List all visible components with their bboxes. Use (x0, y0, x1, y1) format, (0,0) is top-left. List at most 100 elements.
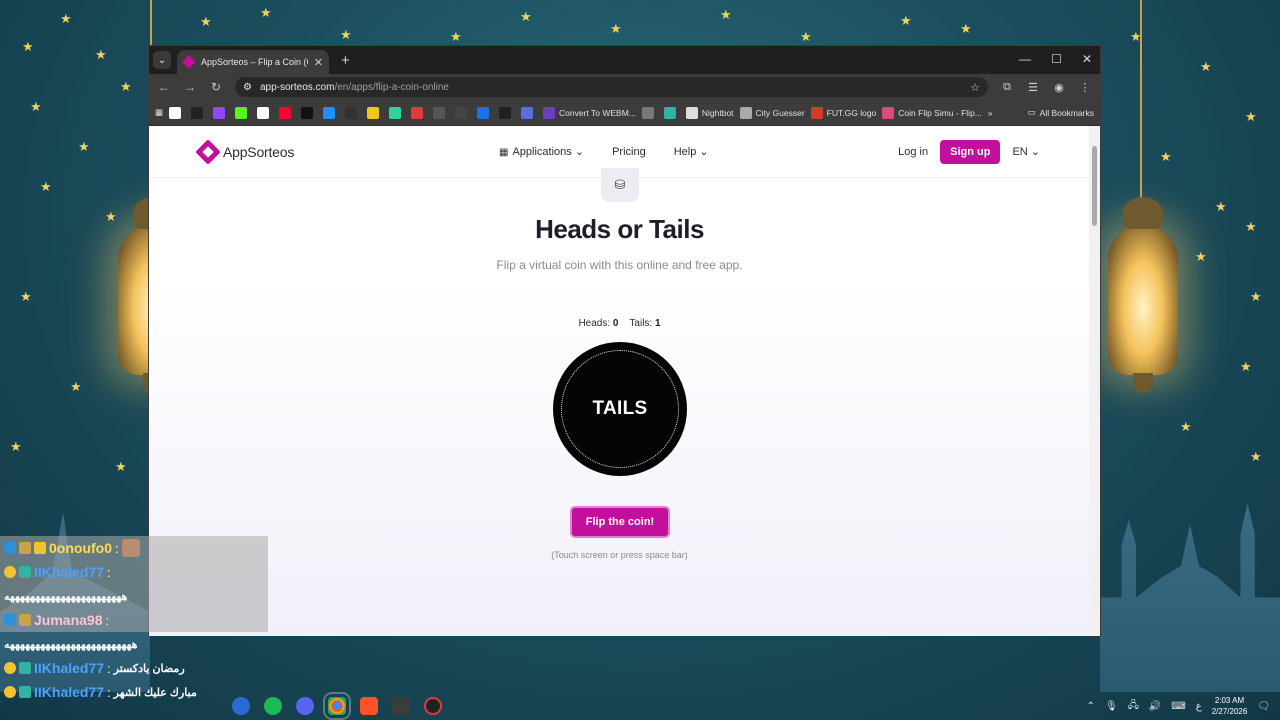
microphone-icon[interactable]: 🎙 (1105, 701, 1118, 712)
chevron-up-icon[interactable]: ⌃ (1087, 701, 1095, 712)
language-selector[interactable]: EN ⌄ (1012, 145, 1040, 158)
flip-coin-button[interactable]: Flip the coin! (570, 506, 670, 538)
flip-hint: (Touch screen or press space bar) (551, 550, 688, 560)
bookmark-item[interactable] (389, 106, 405, 119)
star-decoration: ★ (610, 21, 622, 36)
bookmark-item[interactable] (301, 106, 317, 119)
star-decoration: ★ (340, 27, 352, 42)
lantern-decoration (1108, 197, 1178, 393)
chat-message: هههههههههههههههههههههههه (0, 584, 268, 608)
input-language[interactable]: ع (1196, 701, 1202, 712)
bookmark-item[interactable] (257, 106, 273, 119)
tab-search-icon[interactable]: ⌄ (153, 51, 171, 69)
grid-icon: ▦ (499, 147, 509, 158)
badge-icon (19, 662, 31, 674)
bookmark-item[interactable] (433, 106, 449, 119)
extensions-icon[interactable]: ⧉ (1000, 81, 1014, 94)
badge-icon (4, 614, 16, 626)
bookmark-item[interactable] (521, 106, 537, 119)
star-decoration: ★ (10, 439, 22, 454)
network-icon[interactable]: 🖧 (1128, 698, 1139, 715)
close-window-icon[interactable]: ✕ (1082, 52, 1092, 66)
star-decoration: ★ (40, 179, 52, 194)
bookmark-item[interactable]: City Guesser (739, 106, 805, 119)
bookmark-item[interactable] (213, 106, 229, 119)
bookmark-item[interactable] (367, 106, 383, 119)
coin[interactable]: TAILS (553, 342, 687, 476)
new-tab-icon[interactable]: + (341, 52, 350, 69)
more-bookmarks-icon[interactable]: » (988, 108, 993, 118)
reload-icon[interactable]: ↻ (209, 80, 223, 94)
bookmarks-bar: ▦ Convert To WEBM... Nightbot City Guess… (149, 100, 1100, 126)
bookmark-item[interactable] (411, 106, 427, 119)
coin-face-label: TAILS (592, 398, 648, 419)
bookmark-item[interactable]: Coin Flip Simu - Flip... (882, 106, 982, 119)
bookmark-item[interactable]: FUT.GG logo (810, 106, 876, 119)
apps-grid-icon[interactable]: ▦ (155, 107, 163, 118)
forward-icon[interactable]: → (183, 80, 197, 94)
menu-icon[interactable]: ⋮ (1078, 81, 1092, 94)
star-decoration: ★ (20, 289, 32, 304)
bookmark-item[interactable]: Nightbot (685, 106, 734, 119)
score-counter: Heads: 0 Tails: 1 (578, 318, 661, 329)
media-icon[interactable]: ☰ (1026, 81, 1040, 94)
bookmark-item[interactable]: Convert To WEBM... (543, 106, 636, 119)
bookmark-icon (477, 106, 490, 119)
volume-icon[interactable]: 🔊 (1149, 701, 1161, 712)
xbox-icon[interactable] (392, 697, 410, 715)
bookmark-item[interactable] (663, 106, 680, 119)
bookmark-star-icon[interactable]: ☆ (970, 81, 980, 94)
bookmark-item[interactable] (323, 106, 339, 119)
spotify-icon[interactable] (264, 697, 282, 715)
chrome-icon[interactable] (323, 692, 351, 720)
page-scrollbar[interactable] (1089, 126, 1100, 636)
nav-applications[interactable]: ▦ Applications ⌄ (499, 145, 584, 158)
address-bar[interactable]: ⚙ app-sorteos.com/en/apps/flip-a-coin-on… (235, 77, 988, 97)
scrollbar-thumb[interactable] (1092, 146, 1097, 226)
site-logo[interactable]: AppSorteos (195, 138, 294, 165)
outlook-icon[interactable] (232, 697, 250, 715)
bookmark-item[interactable] (641, 106, 658, 119)
bookmark-item[interactable] (345, 106, 361, 119)
nav-help[interactable]: Help ⌄ (674, 145, 709, 158)
obs-icon[interactable] (424, 697, 442, 715)
star-decoration: ★ (1180, 419, 1192, 434)
discord-icon[interactable] (296, 697, 314, 715)
star-decoration: ★ (22, 39, 34, 54)
bookmark-icon (345, 106, 358, 119)
bookmark-item[interactable] (169, 106, 185, 119)
login-link[interactable]: Log in (898, 146, 928, 158)
bookmark-item[interactable] (499, 106, 515, 119)
profile-icon[interactable]: ◉ (1052, 81, 1066, 94)
chevron-down-icon: ⌄ (574, 146, 585, 158)
browser-tab[interactable]: AppSorteos – Flip a Coin (Coin ✕ (177, 50, 329, 74)
bookmark-icon (389, 106, 402, 119)
star-decoration: ★ (105, 209, 117, 224)
signup-button[interactable]: Sign up (940, 139, 1001, 164)
bookmark-item[interactable] (477, 106, 493, 119)
clock[interactable]: 2:03 AM 2/27/2026 (1212, 695, 1248, 717)
back-icon[interactable]: ← (157, 80, 171, 94)
stream-chat-overlay: 0onoufo0 : IIKhaled77 : هههههههههههههههه… (0, 536, 268, 704)
minimize-icon[interactable]: — (1019, 52, 1031, 66)
notifications-icon[interactable]: 🗨 (1257, 701, 1270, 712)
bookmark-item[interactable] (455, 106, 471, 119)
bookmark-icon (279, 106, 292, 119)
star-decoration: ★ (78, 139, 90, 154)
chat-message: هههههههههههههههههههههههههه (4, 638, 138, 651)
chevron-down-icon: ⌄ (699, 146, 709, 158)
bookmark-item[interactable] (279, 106, 295, 119)
bookmark-item[interactable] (191, 106, 207, 119)
keyboard-icon[interactable]: ⌨ (1171, 701, 1185, 712)
star-decoration: ★ (1240, 359, 1252, 374)
window-controls: — ☐ ✕ (1019, 52, 1092, 66)
brave-icon[interactable] (360, 697, 378, 715)
site-info-icon[interactable]: ⚙ (243, 82, 252, 93)
all-bookmarks-button[interactable]: ▭ All Bookmarks (1028, 107, 1094, 118)
main-nav: ▦ Applications ⌄ Pricing Help ⌄ (499, 145, 709, 159)
tab-close-icon[interactable]: ✕ (314, 56, 323, 69)
nav-pricing[interactable]: Pricing (612, 146, 646, 158)
star-decoration: ★ (1195, 249, 1207, 264)
maximize-icon[interactable]: ☐ (1051, 52, 1062, 66)
bookmark-item[interactable] (235, 106, 251, 119)
